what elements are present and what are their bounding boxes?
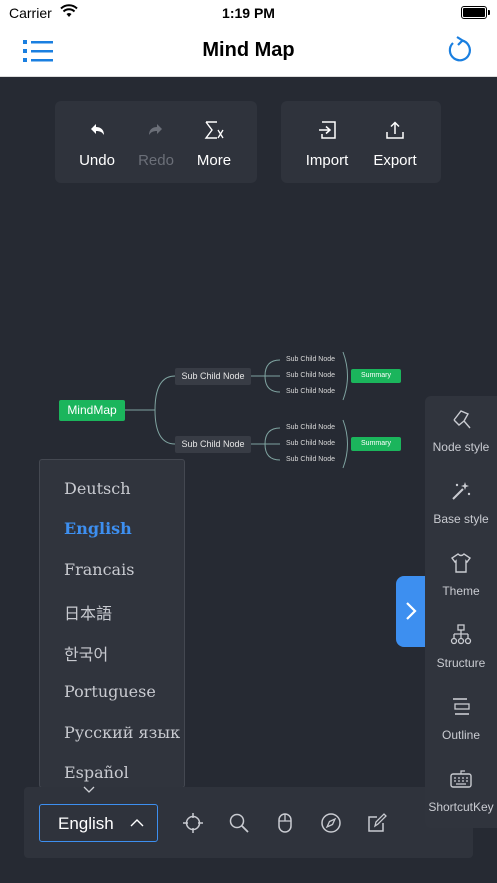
keyboard-icon	[450, 770, 472, 788]
locate-icon[interactable]	[182, 812, 204, 834]
redo-label: Redo	[138, 152, 174, 169]
side-item-theme[interactable]: Theme	[425, 540, 497, 612]
refresh-icon[interactable]	[445, 36, 473, 64]
mindmap-child-node[interactable]: Sub Child Node	[286, 388, 335, 395]
navigation-bar: Mind Map	[0, 26, 497, 77]
undo-label: Undo	[79, 152, 115, 169]
mindmap-summary-node[interactable]: Summary	[351, 369, 401, 383]
language-option-russian[interactable]: Русский язык	[64, 723, 180, 742]
redo-button[interactable]: Redo	[126, 101, 186, 183]
mindmap-child-node[interactable]: Sub Child Node	[286, 356, 335, 363]
side-item-outline[interactable]: Outline	[425, 684, 497, 756]
page-title: Mind Map	[202, 39, 295, 61]
language-option-japanese[interactable]: 日本語	[64, 600, 112, 624]
side-item-shortcut-key[interactable]: ShortcutKey	[425, 756, 497, 828]
side-item-structure[interactable]: Structure	[425, 612, 497, 684]
export-icon	[386, 121, 404, 139]
import-label: Import	[305, 152, 349, 169]
language-option-deutsch[interactable]: Deutsch	[64, 479, 131, 498]
node-style-icon	[453, 410, 471, 429]
battery-icon	[461, 6, 490, 19]
chevron-right-icon	[406, 602, 417, 620]
structure-icon	[450, 624, 472, 645]
mouse-icon[interactable]	[274, 812, 296, 834]
compass-icon[interactable]	[320, 812, 342, 834]
magic-wand-icon	[452, 482, 471, 500]
mindmap-sub-node[interactable]: Sub Child Node	[175, 368, 251, 385]
mindmap-child-node[interactable]: Sub Child Node	[286, 372, 335, 379]
file-toolbar: Import Export	[281, 101, 441, 183]
mindmap-child-node[interactable]: Sub Child Node	[286, 456, 335, 463]
chevron-up-icon	[130, 819, 144, 827]
language-select-value: English	[58, 814, 114, 833]
more-button[interactable]: More	[184, 101, 244, 183]
mindmap-child-node[interactable]: Sub Child Node	[286, 440, 335, 447]
export-button[interactable]: Export	[365, 101, 425, 183]
language-option-spanish[interactable]: Español	[64, 763, 129, 782]
side-item-label: Theme	[442, 584, 480, 598]
undo-icon	[91, 124, 104, 135]
language-dropdown-menu: Deutsch English Francais 日本語 한국어 Portugu…	[39, 459, 185, 788]
language-select[interactable]: English	[39, 804, 158, 842]
mindmap-child-node[interactable]: Sub Child Node	[286, 424, 335, 431]
mindmap-summary-node[interactable]: Summary	[351, 437, 401, 451]
clock: 1:19 PM	[222, 5, 275, 21]
side-item-node-style[interactable]: Node style	[425, 396, 497, 468]
status-bar: Carrier 1:19 PM	[0, 0, 497, 26]
shirt-icon	[450, 553, 472, 573]
dropdown-pointer-icon	[83, 786, 95, 793]
search-icon[interactable]	[228, 812, 250, 834]
outline-icon	[453, 698, 470, 715]
more-label: More	[196, 152, 232, 169]
side-item-label: Base style	[433, 512, 489, 526]
language-option-korean[interactable]: 한국어	[64, 641, 108, 665]
mindmap-root-node[interactable]: MindMap	[59, 400, 125, 421]
side-panel-toggle[interactable]	[396, 576, 426, 647]
side-panel: Node style Base style Theme Structure Ou…	[425, 396, 497, 828]
language-option-portuguese[interactable]: Portuguese	[64, 682, 156, 701]
language-option-english[interactable]: English	[64, 519, 132, 538]
side-item-label: ShortcutKey	[428, 800, 494, 814]
redo-icon	[149, 124, 162, 135]
side-item-label: Node style	[432, 440, 490, 454]
language-option-francais[interactable]: Francais	[64, 560, 134, 579]
side-item-label: Structure	[436, 656, 486, 670]
edit-icon[interactable]	[366, 812, 388, 834]
side-item-label: Outline	[441, 728, 481, 742]
formula-icon	[204, 121, 224, 139]
export-label: Export	[373, 152, 417, 169]
import-button[interactable]: Import	[297, 101, 357, 183]
mindmap-sub-node[interactable]: Sub Child Node	[175, 436, 251, 453]
side-item-base-style[interactable]: Base style	[425, 468, 497, 540]
edit-toolbar: Undo Redo More	[55, 101, 257, 183]
undo-button[interactable]: Undo	[67, 101, 127, 183]
import-icon	[319, 121, 336, 139]
